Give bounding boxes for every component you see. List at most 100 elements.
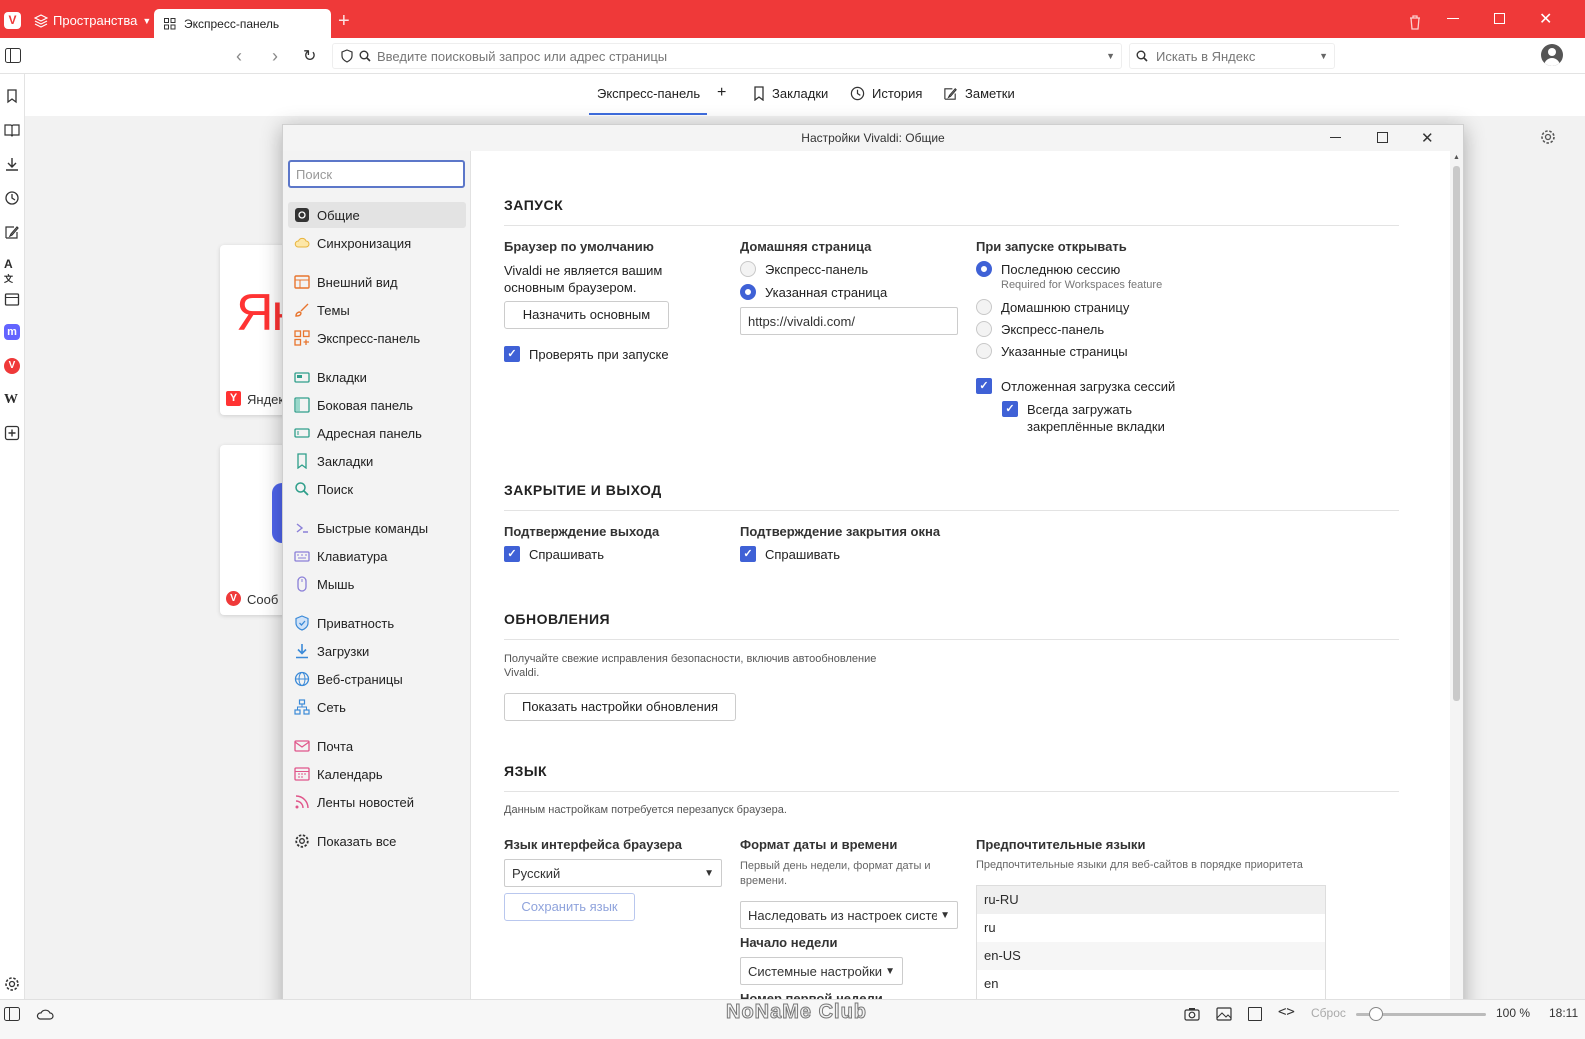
nav-show-all[interactable]: Показать все: [288, 828, 466, 854]
reload-icon[interactable]: ↻: [303, 46, 316, 66]
set-default-button[interactable]: Назначить основным: [504, 301, 669, 329]
lazy-load-row[interactable]: ✓ Отложенная загрузка сессий: [976, 378, 1175, 394]
show-update-settings-button[interactable]: Показать настройки обновления: [504, 693, 736, 721]
panel-toggle-icon[interactable]: [4, 1007, 20, 1021]
history-icon[interactable]: [4, 190, 21, 207]
nav-webpages[interactable]: Веб-страницы: [288, 666, 466, 692]
homepage-url-input[interactable]: https://vivaldi.com/: [740, 307, 958, 335]
minimize-icon[interactable]: [1447, 18, 1459, 19]
startup-option-speed-dial[interactable]: Экспресс-панель: [976, 321, 1104, 337]
download-icon[interactable]: [4, 156, 21, 173]
reading-list-icon[interactable]: [4, 122, 21, 139]
settings-search-input[interactable]: Поиск: [288, 160, 465, 188]
radio[interactable]: [976, 299, 992, 315]
nav-calendar[interactable]: Календарь: [288, 761, 466, 787]
chevron-down-icon[interactable]: ▼: [1319, 51, 1328, 61]
radio[interactable]: [976, 321, 992, 337]
nav-keyboard[interactable]: Клавиатура: [288, 543, 466, 569]
trash-icon[interactable]: [1408, 14, 1422, 30]
radio[interactable]: [740, 284, 756, 300]
zoom-slider-knob[interactable]: [1368, 1007, 1383, 1021]
close-icon[interactable]: ✕: [1421, 129, 1434, 147]
nav-tabs[interactable]: Вкладки: [288, 364, 466, 390]
chevron-down-icon[interactable]: ▼: [1106, 51, 1115, 61]
scrollbar-thumb[interactable]: [1453, 166, 1460, 701]
translate-icon[interactable]: A文: [4, 257, 21, 284]
back-icon[interactable]: ‹: [236, 46, 242, 67]
datetime-select[interactable]: Наследовать из настроек систем ▼: [740, 901, 958, 929]
save-language-button[interactable]: Сохранить язык: [504, 893, 635, 921]
startup-option-specific-pages[interactable]: Указанные страницы: [976, 343, 1128, 359]
close-icon[interactable]: ✕: [1539, 9, 1552, 29]
nav-mail[interactable]: Почта: [288, 733, 466, 759]
maximize-icon[interactable]: [1494, 13, 1505, 24]
radio[interactable]: [976, 343, 992, 359]
settings-scrollbar[interactable]: ▲ ▼: [1450, 151, 1463, 1019]
checkbox[interactable]: ✓: [740, 546, 756, 562]
avatar[interactable]: [1541, 44, 1563, 66]
startup-option-homepage[interactable]: Домашнюю страницу: [976, 299, 1129, 315]
image-icon[interactable]: [1216, 1007, 1232, 1021]
camera-icon[interactable]: [1184, 1007, 1200, 1021]
address-field[interactable]: Введите поисковый запрос или адрес стран…: [332, 43, 1122, 69]
zoom-reset-button[interactable]: Сброс: [1311, 1006, 1346, 1020]
forward-icon[interactable]: ›: [272, 46, 278, 67]
nav-quick-commands[interactable]: Быстрые команды: [288, 515, 466, 541]
nav-privacy[interactable]: Приватность: [288, 610, 466, 636]
nav-feeds[interactable]: Ленты новостей: [288, 789, 466, 815]
homepage-option-specific[interactable]: Указанная страница: [740, 284, 887, 300]
spaces-button[interactable]: Пространства ▼: [34, 13, 151, 28]
sync-cloud-icon[interactable]: [36, 1008, 54, 1020]
settings-gear-icon[interactable]: [4, 976, 21, 993]
week-start-select[interactable]: Системные настройки ▼: [740, 957, 903, 985]
zoom-slider[interactable]: [1356, 1007, 1486, 1021]
nav-sync[interactable]: Синхронизация: [288, 230, 466, 256]
panel-toggle-icon[interactable]: [5, 48, 21, 63]
nav-general[interactable]: Общие: [288, 202, 466, 228]
checkbox[interactable]: ✓: [1002, 401, 1018, 417]
speed-dial-settings-icon[interactable]: [1540, 129, 1556, 145]
nav-bookmarks[interactable]: Закладки: [288, 448, 466, 474]
confirm-exit-row[interactable]: ✓ Спрашивать: [504, 546, 604, 562]
bookmark-icon[interactable]: [4, 88, 21, 105]
list-item[interactable]: en: [977, 970, 1325, 998]
radio[interactable]: [740, 261, 756, 277]
nav-appearance[interactable]: Внешний вид: [288, 269, 466, 295]
calendar-icon[interactable]: [4, 291, 21, 308]
mastodon-icon[interactable]: m: [4, 324, 20, 340]
confirm-close-row[interactable]: ✓ Спрашивать: [740, 546, 840, 562]
ui-language-select[interactable]: Русский ▼: [504, 859, 722, 887]
sd-tab-history[interactable]: История: [850, 86, 922, 101]
nav-speed-dial[interactable]: Экспресс-панель: [288, 325, 466, 351]
maximize-icon[interactable]: [1377, 132, 1388, 143]
search-engine-field[interactable]: Искать в Яндекс ▼: [1129, 43, 1335, 69]
new-tab-button[interactable]: +: [338, 11, 350, 31]
check-on-startup-row[interactable]: ✓ Проверять при запуске: [504, 346, 669, 362]
wikipedia-icon[interactable]: W: [4, 392, 21, 409]
nav-mouse[interactable]: Мышь: [288, 571, 466, 597]
list-item[interactable]: ru-RU: [977, 886, 1325, 914]
sd-tab-notes[interactable]: Заметки: [943, 86, 1015, 101]
list-item[interactable]: en-US: [977, 942, 1325, 970]
nav-network[interactable]: Сеть: [288, 694, 466, 720]
scroll-up-icon[interactable]: ▲: [1453, 154, 1460, 161]
list-item[interactable]: ru: [977, 914, 1325, 942]
checkbox[interactable]: ✓: [504, 546, 520, 562]
startup-option-last-session[interactable]: Последнюю сессию: [976, 261, 1120, 277]
nav-sidebar[interactable]: Боковая панель: [288, 392, 466, 418]
checkbox[interactable]: ✓: [976, 378, 992, 394]
page-tiling-icon[interactable]: [1248, 1007, 1262, 1021]
sd-tab-express[interactable]: Экспресс-панель: [597, 86, 700, 101]
vivaldi-logo-icon[interactable]: V: [4, 12, 21, 29]
always-load-pinned-row[interactable]: ✓ Всегда загружать закреплённые вкладки: [1002, 401, 1177, 435]
add-panel-icon[interactable]: [4, 425, 21, 442]
radio[interactable]: [976, 261, 992, 277]
sd-tab-bookmarks[interactable]: Закладки: [753, 86, 828, 101]
notes-icon[interactable]: [4, 224, 21, 241]
vivaldi-social-icon[interactable]: V: [4, 358, 20, 374]
nav-downloads[interactable]: Загрузки: [288, 638, 466, 664]
homepage-option-speed-dial[interactable]: Экспресс-панель: [740, 261, 868, 277]
nav-search[interactable]: Поиск: [288, 476, 466, 502]
minimize-icon[interactable]: [1330, 137, 1341, 138]
sd-add-group-button[interactable]: +: [717, 84, 726, 102]
